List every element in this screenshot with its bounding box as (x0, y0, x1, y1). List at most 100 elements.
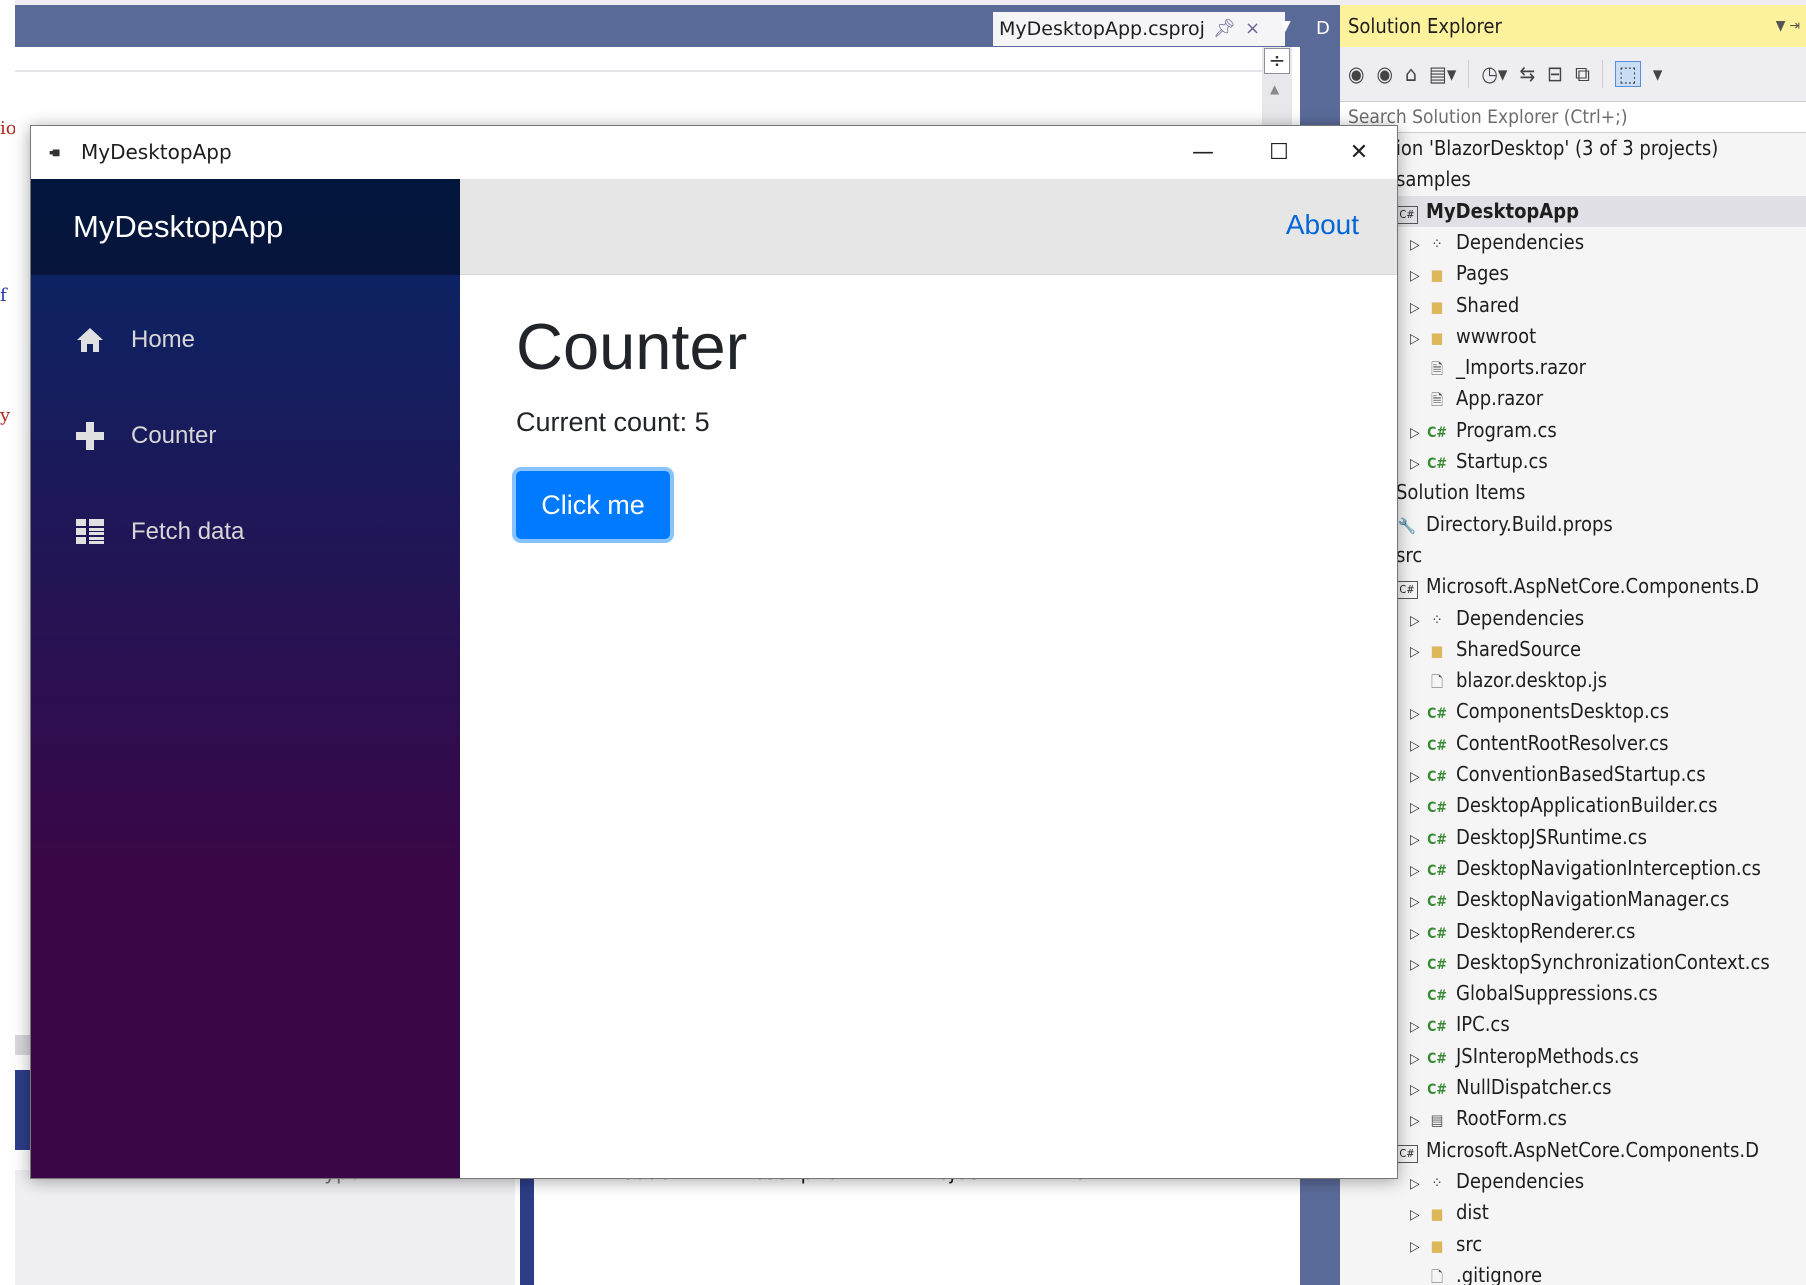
expand-arrow-icon[interactable]: ▷ (1410, 1200, 1426, 1231)
dependencies-icon: ⁘ (1431, 610, 1443, 629)
tree-item[interactable]: ▷ ⁘ Dependencies (1410, 227, 1806, 258)
expand-arrow-icon[interactable]: ▷ (1410, 1169, 1426, 1200)
tree-item[interactable]: ▷ C# Program.cs (1410, 415, 1806, 446)
tree-item[interactable]: ■src (1350, 540, 1806, 571)
tree-item[interactable]: ▷ ■ src (1410, 1229, 1806, 1260)
sync-icon[interactable]: ⇆ (1519, 62, 1535, 86)
nav-item-counter[interactable]: Counter (73, 411, 216, 461)
tree-item[interactable]: ▷ ■ SharedSource (1410, 634, 1806, 665)
expand-arrow-icon[interactable]: ▷ (1410, 1106, 1426, 1137)
maximize-icon[interactable]: ☐ (1241, 126, 1317, 179)
nav-item-home[interactable]: Home (73, 315, 195, 365)
tree-item[interactable]: ▷ ▤ RootForm.cs (1410, 1103, 1806, 1134)
tree-item[interactable]: 🗋 .gitignore (1410, 1260, 1806, 1285)
app-brand[interactable]: MyDesktopApp (31, 179, 460, 275)
tree-item[interactable]: ▷ C# NullDispatcher.cs (1410, 1072, 1806, 1103)
tree-item[interactable]: C# GlobalSuppressions.cs (1410, 978, 1806, 1009)
expand-arrow-icon[interactable]: ▷ (1410, 1232, 1426, 1263)
tree-item[interactable]: ■Solution Items (1350, 477, 1806, 508)
js-file-icon: 🗋 (1430, 673, 1444, 692)
tree-item[interactable]: 🗋 blazor.desktop.js (1410, 665, 1806, 696)
list-icon (73, 518, 107, 546)
file-icon: 🗋 (1430, 1267, 1444, 1285)
tree-item[interactable]: 🗎 _Imports.razor (1410, 352, 1806, 383)
tree-item[interactable]: ▷ C# DesktopNavigationManager.cs (1410, 884, 1806, 915)
expand-arrow-icon[interactable]: ▷ (1410, 261, 1426, 292)
click-me-button[interactable]: Click me (516, 471, 670, 539)
tree-item[interactable]: 🗎 App.razor (1410, 383, 1806, 414)
tree-item[interactable]: C# MyDesktopApp (1380, 195, 1806, 227)
tree-item[interactable]: ▷ ■ wwwroot (1410, 321, 1806, 352)
solution-search-input[interactable]: Search Solution Explorer (Ctrl+;) (1340, 101, 1806, 133)
pin-icon[interactable]: 📌︎ (1213, 12, 1236, 46)
tree-item[interactable]: ▷ ■ Pages (1410, 258, 1806, 289)
csharp-file-icon: C# (1427, 1082, 1447, 1098)
show-all-files-icon[interactable]: ⧉ (1575, 62, 1590, 87)
tree-item[interactable]: ■samples (1350, 164, 1806, 195)
tree-item[interactable]: ▷ C# ConventionBasedStartup.cs (1410, 759, 1806, 790)
expand-arrow-icon[interactable]: ▷ (1410, 637, 1426, 668)
tree-item[interactable]: ▷ C# DesktopRenderer.cs (1410, 916, 1806, 947)
close-icon[interactable]: ✕ (1321, 126, 1397, 179)
razor-file-icon: 🗎 (1430, 360, 1444, 379)
tree-item[interactable]: ▷ ⁘ Dependencies (1410, 1166, 1806, 1197)
tree-item[interactable]: ▷ C# JSInteropMethods.cs (1410, 1041, 1806, 1072)
tree-item[interactable]: C# Microsoft.AspNetCore.Components.D (1380, 571, 1806, 602)
expand-arrow-icon[interactable]: ▷ (1410, 230, 1426, 261)
tree-item[interactable]: ▷ C# Startup.cs (1410, 446, 1806, 477)
tree-item[interactable]: ▷ C# DesktopSynchronizationContext.cs (1410, 947, 1806, 978)
home-icon[interactable]: ⌂ (1405, 62, 1417, 86)
tree-item[interactable]: ▷ C# DesktopJSRuntime.cs (1410, 822, 1806, 853)
expand-arrow-icon[interactable]: ▷ (1410, 449, 1426, 480)
expand-arrow-icon[interactable]: ▷ (1410, 793, 1426, 824)
expand-arrow-icon[interactable]: ▷ (1410, 1075, 1426, 1106)
back-icon[interactable]: ◉ (1348, 62, 1365, 86)
expand-arrow-icon[interactable]: ▷ (1410, 731, 1426, 762)
expand-arrow-icon[interactable]: ▷ (1410, 950, 1426, 981)
expand-arrow-icon[interactable]: ▷ (1410, 825, 1426, 856)
toolbar-dropdown-icon[interactable]: ▾ (1653, 62, 1663, 86)
about-link[interactable]: About (1286, 209, 1359, 241)
expand-arrow-icon[interactable]: ▷ (1410, 293, 1426, 324)
tree-item[interactable]: ▷ C# IPC.cs (1410, 1009, 1806, 1040)
plus-icon (73, 421, 107, 451)
tree-item[interactable]: ▷ ■ dist (1410, 1197, 1806, 1228)
close-tab-icon[interactable]: × (1245, 12, 1260, 46)
toolbar-separator (1468, 60, 1470, 88)
split-editor-icon[interactable]: ÷ (1264, 48, 1290, 74)
tree-item[interactable]: 🔧 Directory.Build.props (1380, 509, 1806, 540)
minimize-icon[interactable]: — (1165, 126, 1241, 179)
window-title-bar[interactable]: ▪■ MyDesktopApp — ☐ ✕ (31, 126, 1397, 179)
forward-icon[interactable]: ◉ (1377, 62, 1394, 86)
expand-arrow-icon[interactable]: ▷ (1410, 919, 1426, 950)
collapse-all-icon[interactable]: ⊟ (1547, 62, 1563, 86)
nav-item-fetch-data[interactable]: Fetch data (73, 507, 244, 557)
tree-item[interactable]: ▷ C# DesktopApplicationBuilder.cs (1410, 790, 1806, 821)
expand-arrow-icon[interactable]: ▷ (1410, 887, 1426, 918)
expand-arrow-icon[interactable]: ▷ (1410, 324, 1426, 355)
document-tab[interactable]: MyDesktopApp.csproj 📌︎ × (993, 12, 1285, 46)
expand-arrow-icon[interactable]: ▷ (1410, 856, 1426, 887)
window-position-icon[interactable]: ▼ ⇥ (1776, 5, 1800, 47)
tree-item[interactable]: ▷ ■ Shared (1410, 290, 1806, 321)
pending-changes-icon[interactable]: ◷▾ (1481, 62, 1507, 86)
expand-arrow-icon[interactable]: ▷ (1410, 606, 1426, 637)
tree-item[interactable]: ▷ C# ComponentsDesktop.cs (1410, 696, 1806, 727)
tree-item[interactable]: C# Microsoft.AspNetCore.Components.D (1380, 1135, 1806, 1166)
scroll-up-icon[interactable]: ▲ (1270, 82, 1279, 96)
app-content: Counter Current count: 5 Click me (460, 275, 1397, 1178)
tree-item[interactable]: ▷ C# ContentRootResolver.cs (1410, 728, 1806, 759)
switch-views-icon[interactable]: ▤▾ (1429, 62, 1456, 86)
expand-arrow-icon[interactable]: ▷ (1410, 1044, 1426, 1075)
tab-dropdown-icon[interactable]: ▼ (1280, 18, 1291, 34)
tree-item[interactable]: ▷ C# DesktopNavigationInterception.cs (1410, 853, 1806, 884)
tree-item[interactable]: Solution 'BlazorDesktop' (3 of 3 project… (1334, 133, 1806, 164)
tree-item[interactable]: ▷ ⁘ Dependencies (1410, 603, 1806, 634)
expand-arrow-icon[interactable]: ▷ (1410, 699, 1426, 730)
expand-arrow-icon[interactable]: ▷ (1410, 762, 1426, 793)
track-active-icon[interactable]: ⬚ (1615, 61, 1641, 87)
expand-arrow-icon[interactable]: ▷ (1410, 418, 1426, 449)
form-file-icon: ▤ (1430, 1111, 1444, 1130)
expand-arrow-icon[interactable]: ▷ (1410, 1012, 1426, 1043)
pane-tab-label[interactable]: D (1316, 18, 1330, 39)
